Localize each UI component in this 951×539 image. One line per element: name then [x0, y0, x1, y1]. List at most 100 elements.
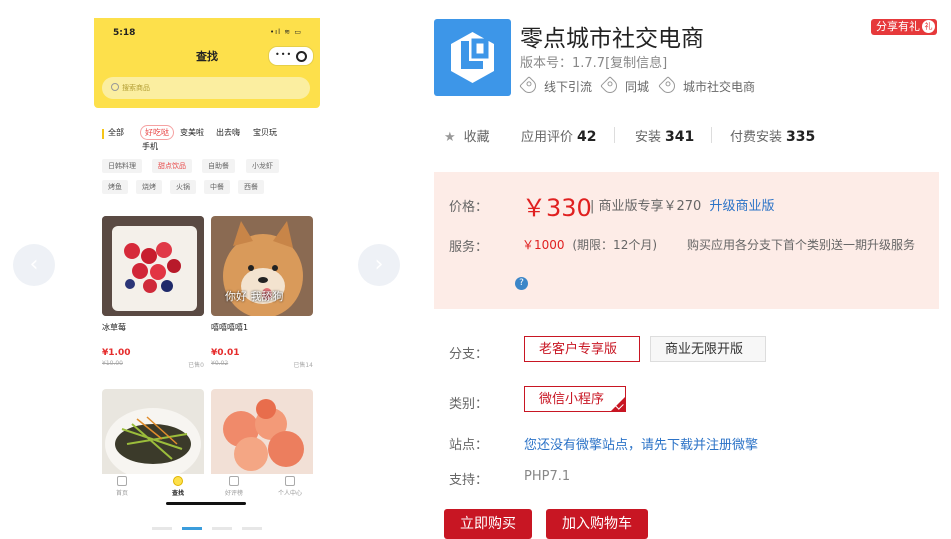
app-logo [434, 19, 511, 96]
product-image: 你好 我舔狗 [211, 216, 313, 316]
rating-count: 42 [577, 129, 597, 145]
phone-category-row: 全部 好吃哒 变美啦 出去嗨 宝贝玩 手机 [102, 125, 312, 153]
product-sold: 已售0 [188, 362, 204, 369]
product-image [102, 389, 204, 474]
install-label: 安装 [635, 130, 662, 145]
phone-category: 宝贝玩 [253, 128, 277, 137]
phone-tab-label: 个人中心 [277, 490, 302, 497]
gallery-page-dot[interactable] [212, 527, 232, 530]
product-image [211, 389, 313, 474]
app-tag[interactable]: 城市社交电商 [658, 76, 755, 96]
phone-tab-home: 首页 [94, 474, 150, 497]
phone-tab-profile: 个人中心 [262, 474, 318, 497]
phone-tag: 烤鱼 [102, 180, 128, 194]
close-ring-icon [296, 51, 307, 62]
phone-time: 5:18 [113, 28, 136, 38]
station-label: 站点： [449, 438, 489, 453]
buy-now-button[interactable]: 立即购买 [444, 509, 532, 539]
service-label: 服务： [449, 240, 489, 255]
price-value: ￥330 [522, 194, 592, 222]
app-tag[interactable]: 线下引流 [519, 76, 592, 96]
rank-icon [229, 476, 239, 486]
chevron-left-icon: ‹ [29, 252, 39, 277]
phone-tab-label: 首页 [115, 490, 128, 497]
home-icon [117, 476, 127, 486]
home-indicator [166, 502, 246, 505]
product-name: 嘻嘻嘻嘻1 [211, 323, 249, 332]
gallery-page-dot[interactable] [152, 527, 172, 530]
phone-tag: 中餐 [204, 180, 230, 194]
paid-install-label: 付费安装 [730, 130, 783, 145]
category-label: 类别： [449, 397, 489, 412]
gallery-next-button[interactable]: › [358, 244, 400, 286]
app-title: 零点城市社交电商 [520, 26, 704, 52]
app-tag[interactable]: 同城 [600, 76, 650, 96]
phone-product-card [211, 389, 313, 474]
branch-label: 分支： [449, 347, 489, 362]
phone-category: 变美啦 [180, 128, 204, 137]
phone-product-card: 你好 我舔狗 嘻嘻嘻嘻1 ¥0.01 ¥0.02 已售14 [211, 216, 313, 376]
mini-program-capsule: ••• [268, 46, 314, 66]
gift-icon: 礼 [922, 20, 935, 33]
product-price: ¥0.01 [211, 348, 240, 358]
user-icon [285, 476, 295, 486]
share-gift-label: 分享有礼 [876, 20, 920, 33]
phone-category: 手机 [142, 142, 158, 151]
app-version: 版本号：1.7.7[复制信息] [520, 56, 668, 71]
branch-option[interactable]: 商业无限开版 [650, 336, 766, 362]
phone-tag: 自助餐 [202, 159, 235, 173]
branch-option-selected[interactable]: 老客户专享版 [524, 336, 640, 362]
phone-tag: 西餐 [238, 180, 264, 194]
paid-install-count: 335 [786, 129, 816, 145]
favorite-label: 收藏 [463, 130, 490, 145]
tag-icon [600, 76, 620, 96]
phone-category: 出去嗨 [216, 128, 240, 137]
more-dots-icon: ••• [275, 50, 293, 59]
phone-product-card: 冰草莓 ¥1.00 ¥10.00 已售0 [102, 216, 204, 376]
product-image-caption: 你好 我舔狗 [225, 290, 284, 303]
phone-search-placeholder: 搜索商品 [122, 84, 150, 92]
service-price: ￥1000 (期限：12个月) [522, 236, 657, 253]
phone-tag: 甜点饮品 [152, 159, 192, 173]
category-option-selected[interactable]: 微信小程序 [524, 386, 626, 412]
app-tag-label: 同城 [625, 80, 650, 94]
tag-icon [658, 76, 678, 96]
service-term: (期限：12个月) [572, 238, 658, 252]
rating-stat[interactable]: 应用评价 42 [521, 126, 597, 145]
install-count: 341 [665, 129, 695, 145]
business-price: | 商业版专享￥270 升级商业版 [590, 195, 774, 214]
price-label: 价格： [449, 200, 489, 215]
add-to-cart-button[interactable]: 加入购物车 [546, 509, 648, 539]
gallery-page-dot-active[interactable] [182, 527, 202, 530]
share-gift-button[interactable]: 分享有礼 礼 [871, 19, 937, 35]
phone-tabbar: 首页 查找 好评榜 个人中心 [94, 474, 320, 504]
upgrade-business-link[interactable]: 升级商业版 [709, 199, 774, 214]
support-value: PHP7.1 [524, 469, 571, 484]
gallery-prev-button[interactable]: ‹ [13, 244, 55, 286]
phone-tab-label: 查找 [171, 490, 184, 497]
product-image [102, 216, 204, 316]
phone-tab-label: 好评榜 [224, 490, 243, 497]
phone-tab-find: 查找 [150, 474, 206, 497]
phone-status-icons: •ıl ≋ ▭ [270, 28, 302, 36]
phone-tag: 日韩料理 [102, 159, 142, 173]
stats-divider [711, 127, 712, 143]
product-old-price: ¥10.00 [102, 360, 123, 367]
favorite-button[interactable]: ★ 收藏 [444, 126, 490, 145]
service-note: 购买应用各分支下首个类别送一期升级服务 [687, 238, 916, 252]
station-register-link[interactable]: 您还没有微擎站点，请先下载并注册微擎 [524, 434, 758, 453]
category-option-label: 微信小程序 [539, 392, 605, 407]
phone-tag: 小龙虾 [246, 159, 279, 173]
phone-category: 全部 [108, 128, 124, 137]
search-icon [111, 83, 119, 91]
stats-divider [614, 127, 615, 143]
app-screenshot: 5:18 •ıl ≋ ▭ 查找 ••• 搜索商品 全部 好吃哒 变美啦 出去嗨 … [94, 18, 320, 530]
gallery-page-dot[interactable] [242, 527, 262, 530]
rating-label: 应用评价 [521, 130, 574, 145]
help-icon[interactable]: ? [515, 277, 528, 290]
phone-header: 5:18 •ıl ≋ ▭ 查找 ••• 搜索商品 [94, 18, 320, 108]
business-price-text: | 商业版专享￥270 [590, 199, 702, 214]
install-stat: 安装 341 [635, 126, 694, 145]
phone-tag: 火锅 [170, 180, 196, 194]
phone-product-card [102, 389, 204, 474]
